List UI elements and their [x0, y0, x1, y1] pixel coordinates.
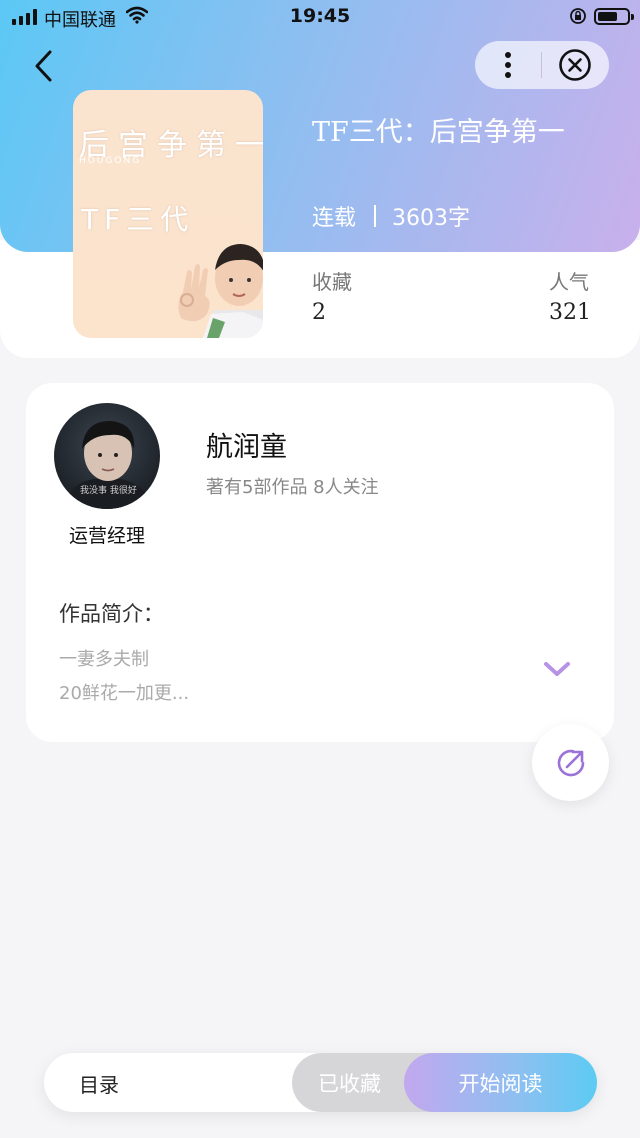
author-name[interactable]: 航润童 — [206, 425, 287, 464]
cover-subtitle: HOUGONG — [79, 156, 142, 166]
avatar[interactable]: 我没事 我很好 — [54, 403, 160, 509]
mini-program-capsule — [475, 41, 609, 89]
share-button[interactable] — [532, 724, 609, 801]
book-meta: 连载 3603字 — [312, 200, 470, 232]
book-title: TF三代：后宫争第一 — [312, 117, 565, 148]
toc-button[interactable]: 目录 — [79, 1069, 119, 1098]
intro-label: 作品简介： — [59, 602, 164, 626]
favorites-value: 2 — [312, 300, 326, 325]
more-icon — [505, 52, 511, 78]
author-role: 运营经理 — [68, 525, 145, 547]
avatar-photo: 我没事 我很好 — [64, 421, 152, 509]
book-status: 连载 — [312, 206, 357, 231]
share-icon — [557, 749, 584, 776]
more-button[interactable] — [475, 41, 541, 89]
close-icon — [559, 49, 591, 81]
bottom-action-bar: 目录 已收藏 开始阅读 — [44, 1053, 597, 1112]
avatar-caption: 我没事 我很好 — [80, 484, 137, 496]
rotation-lock-icon — [570, 8, 586, 24]
author-card: 我没事 我很好 运营经理 航润童 著有5部作品 8人关注 作品简介： 一妻多夫制… — [26, 383, 614, 742]
intro-line: 20鲜花一加更... — [59, 683, 190, 704]
author-stats: 著有5部作品 8人关注 — [206, 477, 379, 498]
popularity-label: 人气 — [549, 270, 589, 294]
start-reading-button[interactable]: 开始阅读 — [404, 1053, 597, 1112]
chevron-down-icon[interactable] — [542, 659, 572, 679]
back-icon[interactable] — [30, 48, 58, 84]
clock: 19:45 — [289, 5, 351, 27]
popularity-value: 321 — [549, 300, 591, 325]
battery-icon — [594, 8, 634, 25]
book-cover[interactable]: 后宫争第一 HOUGONG TF三代 — [73, 90, 263, 338]
intro-line: 一妻多夫制 — [59, 649, 149, 670]
cover-photo — [178, 244, 263, 338]
favorites-label: 收藏 — [312, 270, 352, 294]
status-bar: 中国联通 19:45 — [0, 0, 640, 34]
meta-divider — [374, 205, 377, 227]
word-count: 3603字 — [392, 206, 471, 231]
close-button[interactable] — [542, 41, 608, 89]
